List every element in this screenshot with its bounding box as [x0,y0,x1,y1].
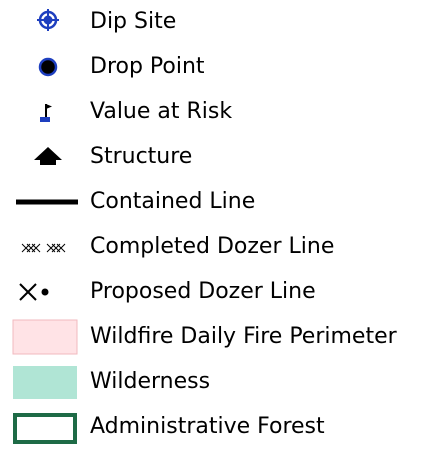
legend-item-administrative-forest: Administrative Forest [0,405,425,449]
legend-item-proposed-dozer-line: Proposed Dozer Line [0,270,425,314]
proposed-dozer-line-icon [10,270,80,314]
legend-item-contained-line: Contained Line [0,180,425,224]
legend-label: Administrative Forest [90,414,325,439]
drop-point-icon [10,45,80,89]
legend-label: Proposed Dozer Line [90,279,316,304]
legend-item-drop-point: Drop Point [0,45,425,89]
contained-line-icon [10,180,80,224]
fire-perimeter-swatch-icon [10,315,80,359]
legend-label: Value at Risk [90,99,233,124]
structure-house-icon [10,135,80,179]
legend-label: Structure [90,144,193,169]
value-at-risk-flag-icon [10,90,80,134]
legend-label: Wilderness [90,369,211,394]
legend-item-wilderness: Wilderness [0,360,425,404]
legend-item-dip-site: Dip Site [0,0,425,44]
legend-label: Drop Point [90,54,205,79]
legend-label: Contained Line [90,189,256,214]
legend-label: Completed Dozer Line [90,234,335,259]
map-legend: Dip Site Drop Point Value at Risk Struct… [0,0,425,453]
dip-site-icon [10,0,80,44]
legend-label: Wildfire Daily Fire Perimeter [90,324,397,349]
legend-item-wildfire-daily-fire-perimeter: Wildfire Daily Fire Perimeter [0,315,425,359]
legend-item-value-at-risk: Value at Risk [0,90,425,134]
wilderness-swatch-icon [10,360,80,404]
legend-item-completed-dozer-line: Completed Dozer Line [0,225,425,269]
completed-dozer-line-icon [10,225,80,269]
legend-item-structure: Structure [0,135,425,179]
legend-label: Dip Site [90,9,177,34]
administrative-forest-swatch-icon [10,405,80,449]
